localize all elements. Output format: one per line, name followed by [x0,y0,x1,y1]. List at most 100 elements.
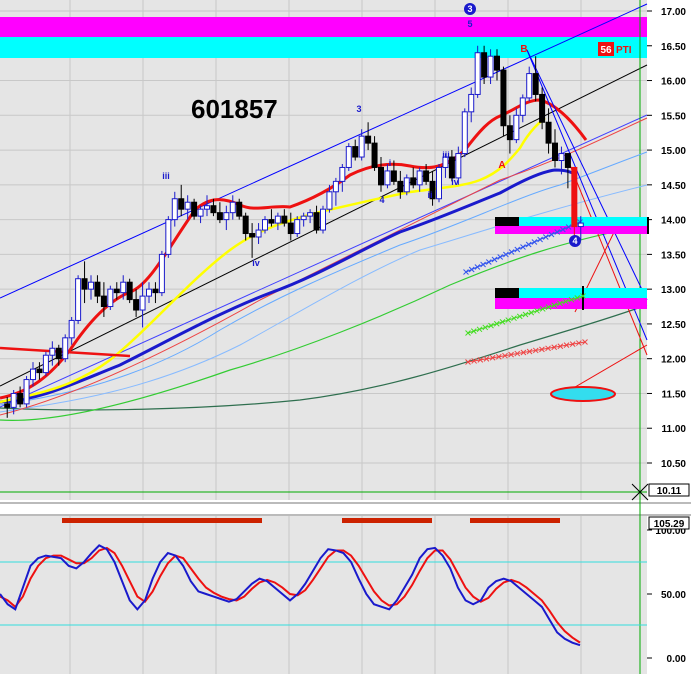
candle-down [500,69,507,127]
price-axis-tick-label: 16.00 [661,77,686,88]
candle-up [468,93,475,113]
magenta-zone-top [0,17,647,37]
price-axis-tick-label: 11.00 [662,424,687,435]
candle-up [332,180,339,193]
candle-up [88,281,94,290]
candle-down [571,166,578,228]
candle-up [474,52,481,95]
candle-up [300,215,307,221]
candle-up [120,281,127,294]
target-zone-14-magenta [495,226,647,234]
candle-down [532,73,539,95]
candle-down [390,170,397,182]
wave-label-3-circle: 3 [467,4,472,14]
candle-up [307,212,314,217]
candle-up [42,354,49,374]
candle-up [320,208,326,231]
price-axis-tick-label: 12.50 [661,320,686,331]
candle-down [178,198,185,210]
candle-down [313,212,320,231]
candle-down [113,288,120,294]
candle-up [197,208,204,217]
candle-down [287,222,294,235]
candle-up [513,114,520,141]
candle-down [506,125,513,141]
candle-up [384,170,391,186]
wave-label-iv-1: iv [252,258,260,268]
candle-down [448,156,455,179]
candle-up [30,368,36,381]
wave-label-A: A [498,160,505,171]
candle-up [487,55,494,78]
stock-chart: 3 5 3 iii iv 4 i ii iii iv A B 4 601857 … [0,0,691,674]
candle-up [519,97,526,116]
candle-down [410,177,417,186]
wave-label-iii-2: iii [442,150,450,160]
candle-up [10,392,17,408]
price-pane-bg [0,0,647,500]
chart-title: 601857 [191,94,278,124]
price-axis-tick-label: 16.50 [661,42,686,53]
candle-up [107,288,114,308]
candle-up [577,222,584,228]
candle-up [455,153,462,179]
candle-up [165,219,172,255]
pti-badge-label: PTI [616,45,632,56]
osc-axis-tick-label: 50.00 [661,590,686,601]
candle-down [100,295,107,308]
candle-down [249,233,256,238]
candle-up [403,177,410,193]
candle-down [210,205,217,214]
osc-red-band-1 [62,518,262,523]
candle-up [294,219,301,235]
last-price-label: 10.11 [657,486,682,497]
candle-up [229,201,236,214]
candle-up [526,73,533,99]
candle-up [461,111,468,155]
price-axis-tick-label: 11.50 [662,389,687,400]
candle-up [204,205,210,210]
candle-up [23,379,30,405]
target-zone-14-black [495,217,519,226]
candle-down [481,52,488,78]
candle-down [365,135,372,144]
candle-down [36,368,43,374]
wave-label-4-circle: 4 [572,236,577,246]
pti-badge-value: 56 [600,45,612,56]
candle-up [339,166,346,182]
price-axis-tick-label: 15.50 [661,111,686,122]
candle-up [158,253,165,294]
candle-down [494,55,500,71]
price-axis-tick-label: 12.00 [661,355,686,366]
candle-up [558,153,565,162]
candle-down [94,281,101,297]
wave-label-ii: ii [427,190,432,200]
wave-label-B: B [520,44,527,55]
candle-down [4,403,11,408]
candle-up [146,288,152,297]
cyan-zone-top [0,37,647,58]
wave-label-3: 3 [356,104,361,114]
candle-down [268,219,275,224]
candle-down [236,201,243,217]
candle-down [423,170,430,182]
candle-down [55,347,62,360]
candle-down [242,215,249,235]
candle-down [371,142,378,168]
wave-label-4: 4 [379,195,384,205]
candle-up [345,146,352,168]
candle-up [62,337,69,360]
candle-down [281,215,288,224]
candle-up [358,135,365,158]
candle-down [17,392,24,405]
candle-up [436,166,442,200]
candle-up [326,191,333,210]
osc-value-label: 105.29 [654,519,685,530]
osc-red-band-3 [470,518,560,523]
candle-up [139,295,146,311]
candle-down [81,278,88,290]
target-zone-13-black [495,288,519,298]
price-axis-tick-label: 13.00 [661,285,686,296]
wave-label-iii-1: iii [162,171,170,181]
price-axis-tick-label: 14.00 [661,216,686,227]
